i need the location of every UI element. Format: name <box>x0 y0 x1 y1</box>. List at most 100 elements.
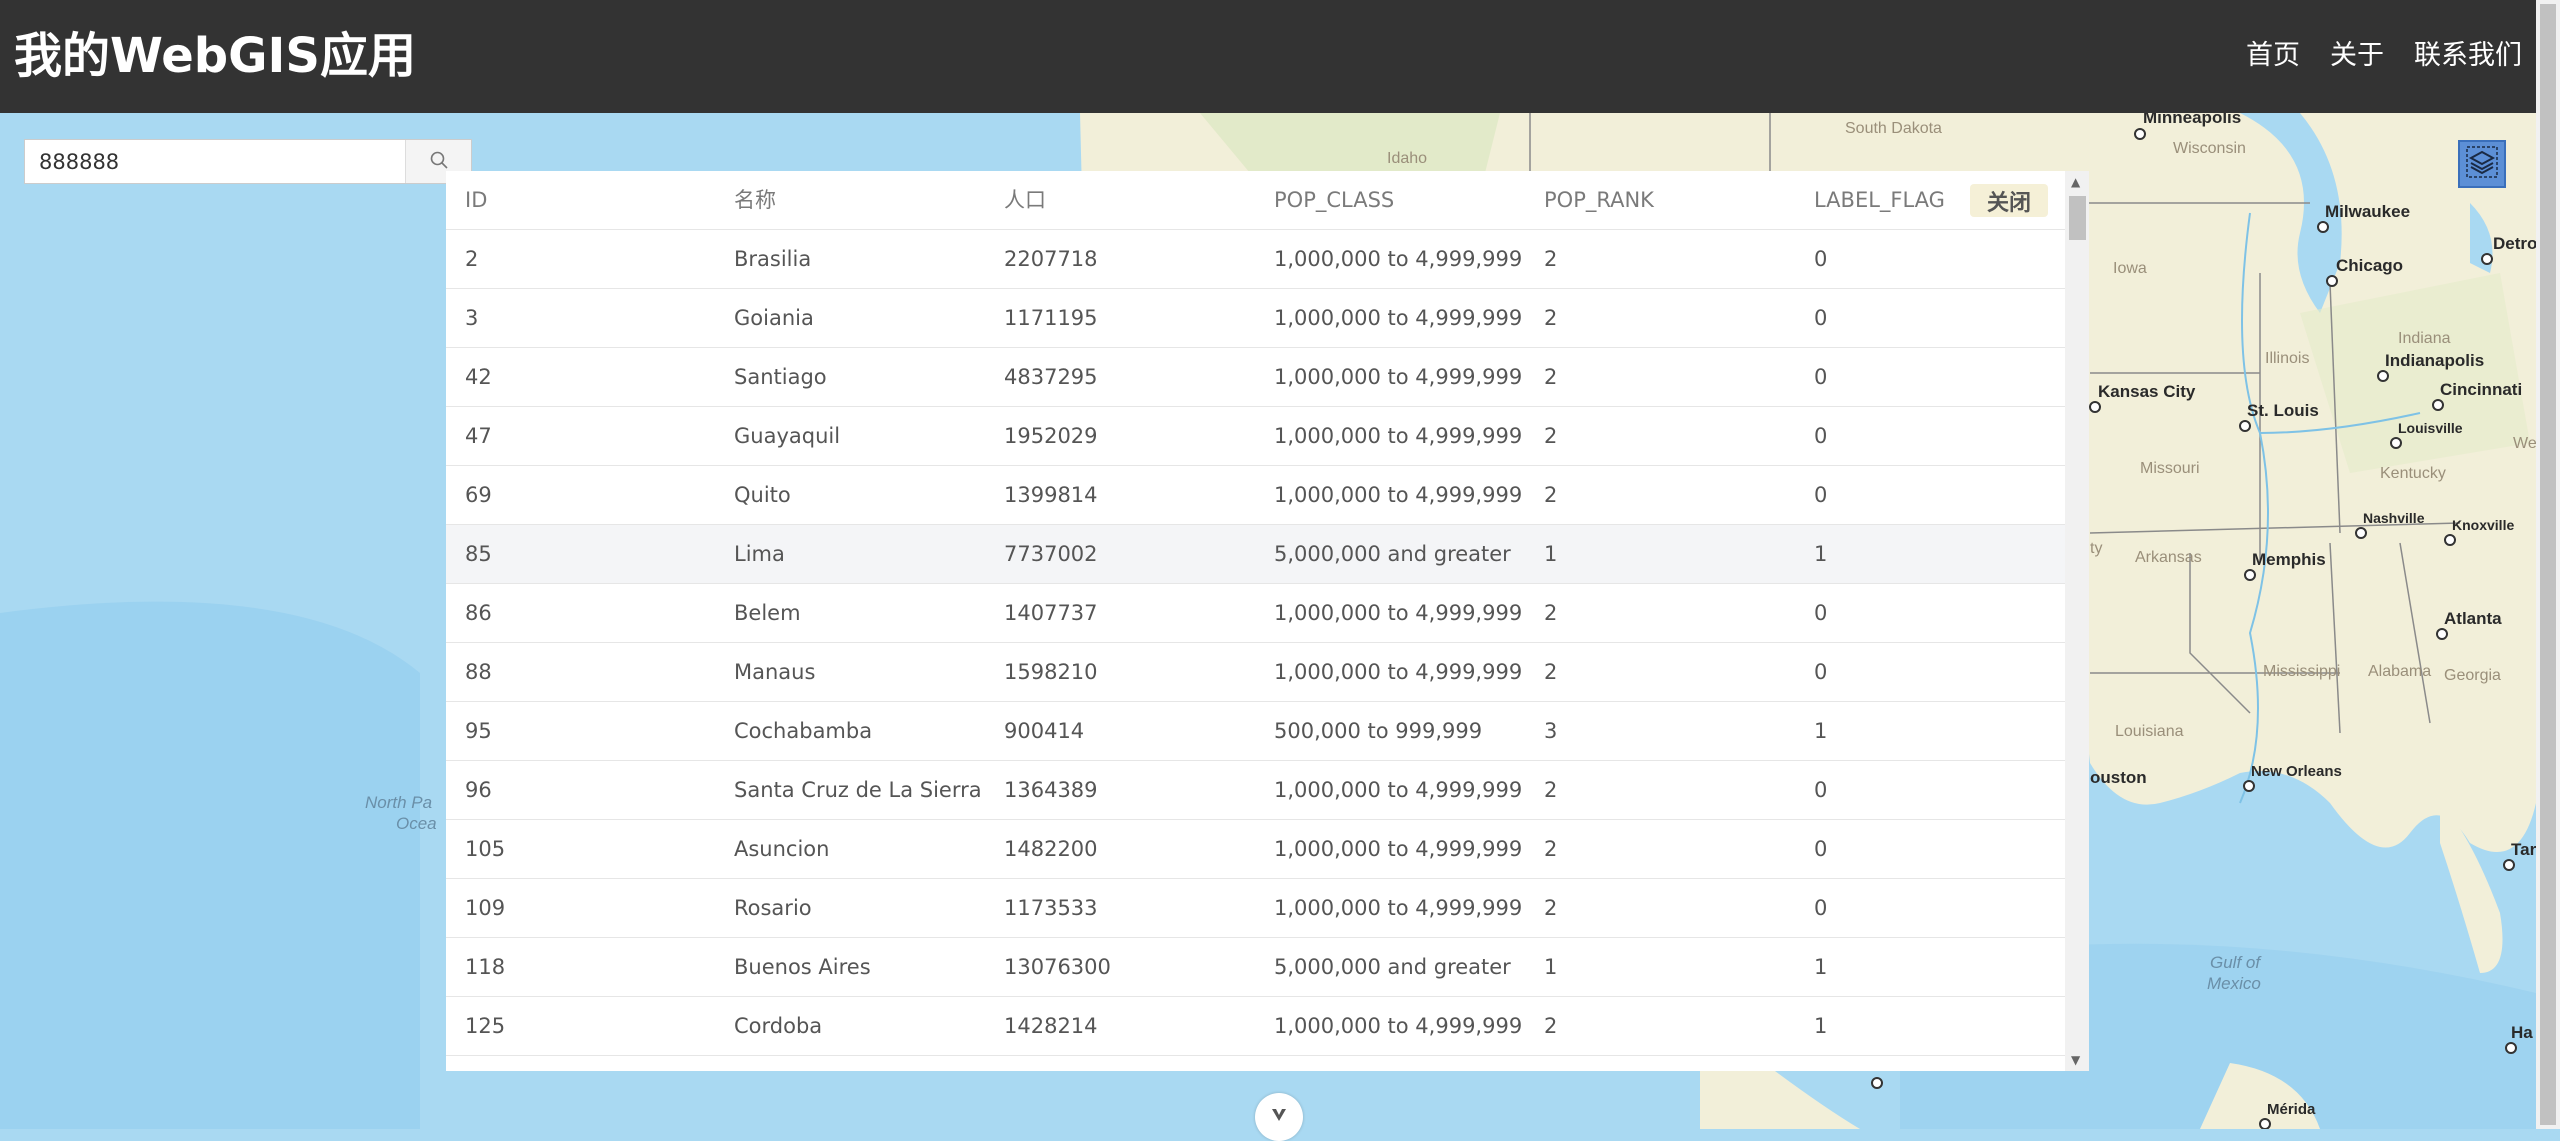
column-header-population[interactable]: 人口 <box>1004 171 1046 230</box>
cell-pop-class: 1,000,000 to 4,999,999 <box>1274 601 1523 625</box>
table-row[interactable]: 85 Lima 7737002 5,000,000 and greater 1 1 <box>446 525 2065 584</box>
table-row[interactable]: 3 Goiania 1171195 1,000,000 to 4,999,999 2 0 <box>446 289 2065 348</box>
map-label-st-louis: St. Louis <box>2247 401 2319 420</box>
column-header-id[interactable]: ID <box>465 171 487 230</box>
cell-label-flag: 0 <box>1814 778 1828 802</box>
cell-pop-class: 1,000,000 to 4,999,999 <box>1274 365 1523 389</box>
map-region-mississippi: Mississippi <box>2263 663 2340 680</box>
table-row[interactable]: 88 Manaus 1598210 1,000,000 to 4,999,999 2 0 <box>446 643 2065 702</box>
cell-population: 1171195 <box>1004 306 1098 330</box>
map-label-memphis: Memphis <box>2252 550 2326 569</box>
cell-id: 47 <box>465 424 492 448</box>
toggle-table-button[interactable] <box>1255 1093 1303 1141</box>
map-water-north-pacific: North Pa <box>365 793 432 812</box>
table-row[interactable]: 42 Santiago 4837295 1,000,000 to 4,999,999 2… <box>446 348 2065 407</box>
cell-population: 1428214 <box>1004 1014 1098 1038</box>
map-region-illinois: Illinois <box>2265 350 2309 367</box>
table-row[interactable]: 118 Buenos Aires 13076300 5,000,000 and gre… <box>446 938 2065 997</box>
cell-pop-rank: 2 <box>1544 483 1558 507</box>
cell-name: Cordoba <box>734 1014 823 1038</box>
app-header: 我的WebGIS应用 首页 关于 联系我们 <box>0 0 2536 113</box>
map-water-mexico: Mexico <box>2207 974 2261 993</box>
map-water-ocean: Ocea <box>396 814 437 833</box>
cell-pop-class: 1,000,000 to 4,999,999 <box>1274 660 1523 684</box>
cell-id: 85 <box>465 542 492 566</box>
cell-pop-class: 1,000,000 to 4,999,999 <box>1274 306 1523 330</box>
cell-id: 42 <box>465 365 492 389</box>
cell-name: Asuncion <box>734 837 830 861</box>
cell-pop-rank: 2 <box>1544 424 1558 448</box>
table-scrollbar[interactable]: ▲ ▼ <box>2065 171 2089 1071</box>
map-region-kentucky: Kentucky <box>2380 465 2446 482</box>
cell-name: Buenos Aires <box>734 955 871 979</box>
cell-id: 86 <box>465 601 492 625</box>
page-scrollbar[interactable] <box>2536 0 2560 1129</box>
cell-label-flag: 0 <box>1814 660 1828 684</box>
map-label-merida: Mérida <box>2267 1101 2316 1118</box>
nav-about-link[interactable]: 关于 <box>2330 36 2384 76</box>
cell-pop-rank: 2 <box>1544 601 1558 625</box>
cell-pop-rank: 2 <box>1544 1014 1558 1038</box>
scroll-up-icon[interactable]: ▲ <box>2071 175 2080 189</box>
table-row[interactable]: 47 Guayaquil 1952029 1,000,000 to 4,999,999… <box>446 407 2065 466</box>
table-row[interactable]: 125 Cordoba 1428214 1,000,000 to 4,999,999 2… <box>446 997 2065 1056</box>
table-scroll-thumb[interactable] <box>2069 196 2086 240</box>
column-header-pop-class[interactable]: POP_CLASS <box>1274 171 1394 230</box>
cell-label-flag: 1 <box>1814 719 1828 743</box>
table-row[interactable]: 86 Belem 1407737 1,000,000 to 4,999,999 2 0 <box>446 584 2065 643</box>
attribute-table: ID 名称 人口 POP_CLASS POP_RANK LABEL_FLAG 关… <box>446 171 2089 1071</box>
layers-button[interactable] <box>2458 140 2506 188</box>
cell-id: 95 <box>465 719 492 743</box>
column-header-label-flag[interactable]: LABEL_FLAG <box>1814 171 1945 230</box>
cell-name: Santiago <box>734 365 827 389</box>
table-row[interactable]: 69 Quito 1399814 1,000,000 to 4,999,999 2 0 <box>446 466 2065 525</box>
cell-pop-rank: 2 <box>1544 365 1558 389</box>
column-header-name[interactable]: 名称 <box>734 171 776 230</box>
cell-population: 1173533 <box>1004 896 1098 920</box>
cell-population: 1482200 <box>1004 837 1098 861</box>
map-label-louisville: Louisville <box>2398 420 2463 436</box>
table-row[interactable]: 105 Asuncion 1482200 1,000,000 to 4,999,999… <box>446 820 2065 879</box>
map-region-idaho: Idaho <box>1387 150 1427 167</box>
table-row[interactable]: 96 Santa Cruz de La Sierra 1364389 1,000,00… <box>446 761 2065 820</box>
table-row[interactable]: 109 Rosario 1173533 1,000,000 to 4,999,999 2… <box>446 879 2065 938</box>
cell-id: 3 <box>465 306 479 330</box>
cell-pop-class: 1,000,000 to 4,999,999 <box>1274 247 1523 271</box>
cell-population: 2207718 <box>1004 247 1098 271</box>
cell-label-flag: 0 <box>1814 424 1828 448</box>
map-label-havana: Ha <box>2511 1023 2533 1042</box>
map-region-alabama: Alabama <box>2368 663 2431 680</box>
map-region-georgia: Georgia <box>2444 667 2501 684</box>
close-table-button[interactable]: 关闭 <box>1970 184 2048 217</box>
scroll-down-icon[interactable]: ▼ <box>2071 1053 2080 1067</box>
nav-home-link[interactable]: 首页 <box>2246 36 2300 76</box>
map-label-indianapolis: Indianapolis <box>2385 351 2484 370</box>
map-region-wisconsin: Wisconsin <box>2173 140 2246 157</box>
search-input[interactable] <box>25 140 406 183</box>
cell-population: 1407737 <box>1004 601 1098 625</box>
nav-contact-link[interactable]: 联系我们 <box>2414 36 2522 76</box>
cell-id: 88 <box>465 660 492 684</box>
cell-label-flag: 0 <box>1814 365 1828 389</box>
map-region-ty: ty <box>2090 540 2102 557</box>
map-region-south-dakota: South Dakota <box>1845 120 1942 137</box>
map-region-indiana: Indiana <box>2398 330 2451 347</box>
cell-pop-class: 1,000,000 to 4,999,999 <box>1274 424 1523 448</box>
cell-name: Guayaquil <box>734 424 841 448</box>
cell-label-flag: 0 <box>1814 837 1828 861</box>
map-label-chicago: Chicago <box>2336 256 2403 275</box>
table-row[interactable]: 2 Brasilia 2207718 1,000,000 to 4,999,999 2 0 <box>446 230 2065 289</box>
map-label-milwaukee: Milwaukee <box>2325 202 2410 221</box>
cell-population: 4837295 <box>1004 365 1098 389</box>
cell-pop-class: 1,000,000 to 4,999,999 <box>1274 896 1523 920</box>
search-box <box>24 139 472 184</box>
column-header-pop-rank[interactable]: POP_RANK <box>1544 171 1654 230</box>
cell-id: 109 <box>465 896 506 920</box>
cell-name: Brasilia <box>734 247 812 271</box>
table-row[interactable]: 95 Cochabamba 900414 500,000 to 999,999 3 1 <box>446 702 2065 761</box>
cell-population: 1364389 <box>1004 778 1098 802</box>
cell-id: 118 <box>465 955 506 979</box>
map-label-new-orleans: New Orleans <box>2251 763 2342 780</box>
cell-id: 69 <box>465 483 492 507</box>
cell-name: Belem <box>734 601 801 625</box>
